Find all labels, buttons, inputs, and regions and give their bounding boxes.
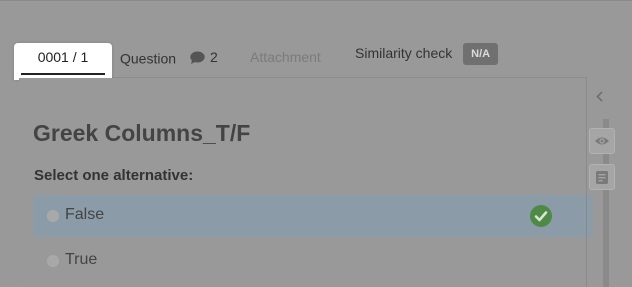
tab-similarity-label: Similarity check (355, 45, 453, 61)
question-content: Greek Columns_T/F Select one alternative… (19, 78, 593, 287)
active-tab-underline (21, 73, 105, 75)
radio-button[interactable] (47, 255, 59, 267)
tab-attachment[interactable]: Attachment (250, 43, 321, 77)
tab-attachment-label: Attachment (250, 49, 321, 65)
note-icon (596, 170, 608, 184)
side-panel (586, 77, 615, 287)
tab-question-id-label: 0001 / 1 (37, 49, 89, 65)
question-view: 0001 / 1 Question 2 Attachment Similarit… (0, 0, 632, 287)
preview-button[interactable] (589, 128, 615, 154)
tab-similarity-check[interactable]: Similarity check N/A (355, 39, 499, 73)
speech-bubble-icon (190, 51, 205, 64)
question-title: Greek Columns_T/F (33, 120, 251, 146)
chevron-left-icon (596, 91, 603, 102)
tab-bar: 0001 / 1 Question 2 Attachment Similarit… (14, 43, 588, 80)
question-prompt: Select one alternative: (34, 167, 194, 184)
tab-question-label: Question (120, 50, 177, 67)
notes-button[interactable] (589, 164, 615, 190)
alternative-true[interactable]: True (33, 240, 593, 282)
check-circle-icon (530, 205, 552, 227)
alternative-label: False (65, 206, 105, 223)
comment-indicator[interactable]: 2 (190, 43, 218, 71)
alternative-label: True (65, 251, 98, 268)
tab-question[interactable]: Question 2 (120, 43, 218, 77)
radio-button[interactable] (47, 210, 59, 222)
eye-icon (595, 137, 609, 145)
collapse-toggle[interactable] (587, 77, 615, 119)
comment-count: 2 (209, 49, 218, 65)
alternative-false[interactable]: False (33, 195, 593, 237)
similarity-status-badge: N/A (463, 43, 499, 66)
tab-question-id[interactable]: 0001 / 1 (14, 43, 112, 80)
